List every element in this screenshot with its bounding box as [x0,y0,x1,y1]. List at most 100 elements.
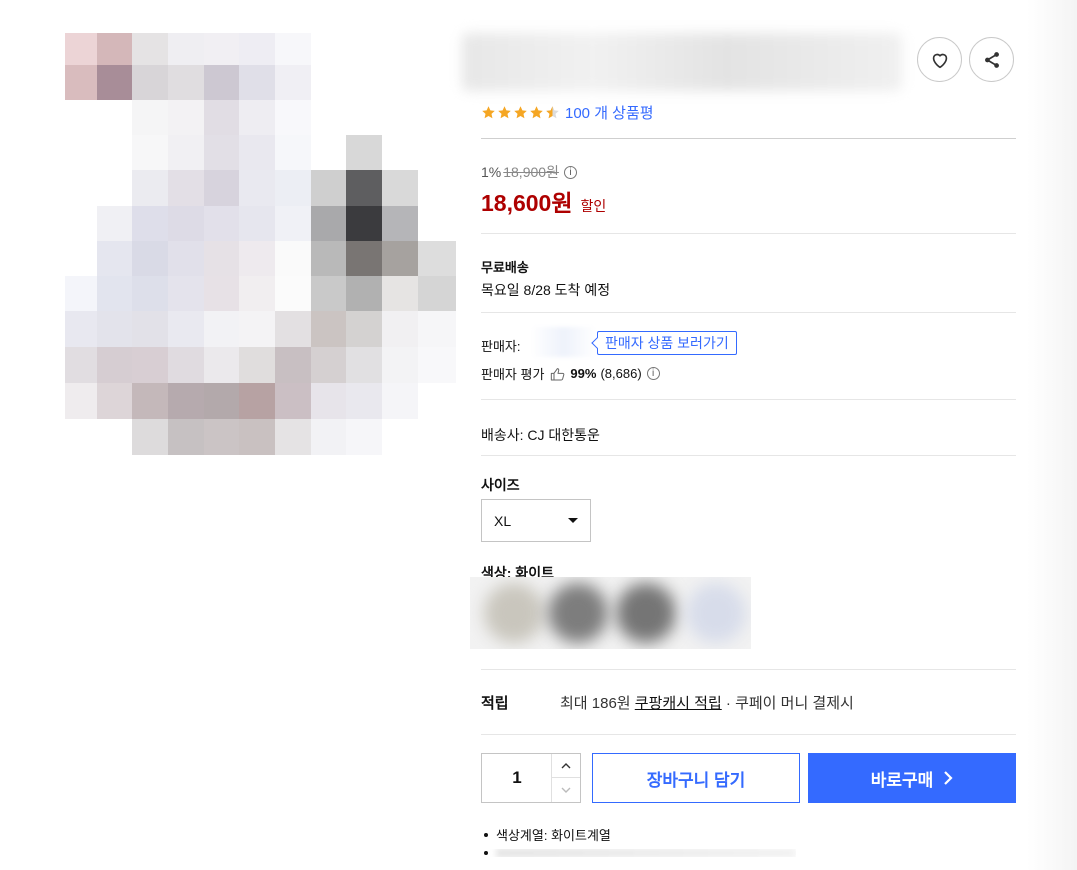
image-pixel [239,33,275,65]
wishlist-button[interactable] [917,37,962,82]
color-swatch[interactable] [686,583,746,643]
color-swatches[interactable] [470,577,751,649]
image-pixel [311,347,346,383]
image-pixel [132,241,168,276]
image-pixel [418,135,456,170]
color-swatch[interactable] [616,583,676,643]
image-pixel [204,135,239,170]
attribute-item [481,849,796,857]
image-pixel [65,311,97,347]
image-pixel [346,135,382,170]
share-icon [984,51,999,68]
seller-products-link[interactable]: 판매자 상품 보러가기 [597,331,737,355]
image-pixel [418,206,456,241]
image-pixel [275,419,311,455]
star-icon [530,106,543,119]
image-pixel [65,135,97,170]
image-pixel [239,347,275,383]
size-label: 사이즈 [481,477,520,493]
image-pixel [204,419,239,455]
divider [481,455,1016,456]
quantity-stepper[interactable]: 1 [481,753,581,803]
shipping-carrier: 배송사: CJ 대한통운 [481,427,600,443]
size-select[interactable]: XL [481,499,591,542]
image-pixel [311,65,346,100]
image-pixel [97,33,132,65]
image-pixel [97,170,132,206]
image-pixel [239,65,275,100]
image-pixel [382,383,418,419]
image-pixel [132,276,168,311]
info-icon[interactable]: i [563,165,577,179]
image-pixel [97,276,132,311]
image-pixel [275,206,311,241]
image-pixel [382,135,418,170]
image-pixel [346,383,382,419]
image-pixel [239,241,275,276]
rating-row[interactable]: 100 개 상품평 [481,102,654,123]
attribute-item: 색상계열: 화이트계열 [481,825,611,844]
color-swatch[interactable] [484,583,544,643]
reward-prefix: 최대 186원 [560,695,631,712]
image-pixel [97,241,132,276]
image-pixel [239,383,275,419]
image-pixel [168,276,204,311]
image-pixel [97,100,132,135]
sale-price: 18,600원 [481,190,573,216]
buy-now-button[interactable]: 바로구매 [808,753,1016,803]
star-icon [498,106,511,119]
image-pixel [346,419,382,455]
review-count-link[interactable]: 100 개 상품평 [565,102,654,123]
image-pixel [65,100,97,135]
size-selected-value: XL [494,512,512,529]
image-pixel [275,241,311,276]
image-pixel [346,65,382,100]
quantity-input[interactable]: 1 [482,754,552,802]
bullet-dot [484,851,488,855]
product-main-image[interactable] [65,33,456,455]
image-pixel [65,276,97,311]
image-pixel [275,170,311,206]
quantity-increase-button[interactable] [551,754,580,778]
image-pixel [311,135,346,170]
image-pixel [382,65,418,100]
chevron-right-icon [944,771,953,785]
image-pixel [382,100,418,135]
image-pixel [204,170,239,206]
image-pixel [65,170,97,206]
image-pixel [275,347,311,383]
quantity-decrease-button[interactable] [551,778,580,802]
coupang-cash-link[interactable]: 쿠팡캐시 적립 [635,695,722,712]
reward-text: 최대 186원 쿠팡캐시 적립 · 쿠페이 머니 결제시 [560,692,854,713]
delivery-title: 무료배송 [481,260,529,275]
image-pixel [204,311,239,347]
image-pixel [275,33,311,65]
image-pixel [275,100,311,135]
image-pixel [168,241,204,276]
image-pixel [418,33,456,65]
image-pixel [97,135,132,170]
image-pixel [418,347,456,383]
image-pixel [168,383,204,419]
image-pixel [311,419,346,455]
image-pixel [239,135,275,170]
color-swatch[interactable] [548,583,608,643]
divider [481,138,1016,139]
divider [481,669,1016,670]
image-pixel [346,100,382,135]
divider [481,233,1016,234]
image-pixel [382,311,418,347]
image-pixel [204,33,239,65]
image-pixel [346,170,382,206]
star-icon [514,106,527,119]
image-pixel [311,100,346,135]
thumbs-up-icon [551,367,565,380]
attribute-text: 색상계열: 화이트계열 [496,828,611,843]
image-pixel [239,206,275,241]
info-icon[interactable]: i [646,367,660,380]
color-label: 색상: 화이트 [481,565,554,577]
share-button[interactable] [969,37,1014,82]
image-pixel [382,347,418,383]
add-to-cart-button[interactable]: 장바구니 담기 [592,753,800,803]
image-pixel [346,206,382,241]
